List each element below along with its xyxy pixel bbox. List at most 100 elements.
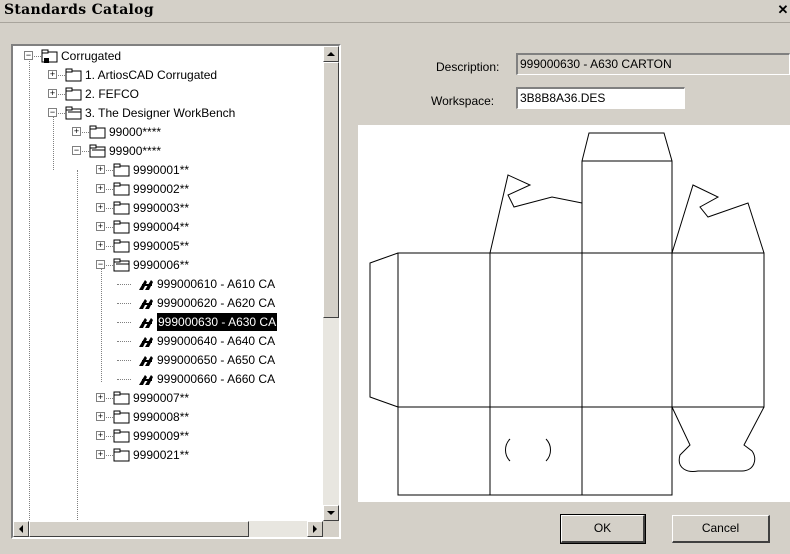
expand-icon[interactable]: + [48, 70, 57, 79]
tree-node-label[interactable]: 2. FEFCO [85, 85, 139, 103]
tree-node-label[interactable]: 999000610 - A610 CA [157, 275, 275, 293]
cancel-button[interactable]: Cancel [672, 515, 770, 543]
tree-viewport[interactable]: − Corrugated +1. ArtiosCAD Corrugated +2. F… [13, 46, 323, 521]
tree-connector [106, 208, 113, 209]
tree-connector [82, 151, 89, 152]
folder-icon [113, 410, 130, 424]
expand-icon[interactable]: + [96, 222, 105, 231]
design-icon [139, 356, 153, 366]
arrow-left-icon [19, 525, 23, 533]
tree-node[interactable]: +1. ArtiosCAD Corrugated [13, 66, 323, 84]
tree-node-label[interactable]: 99900**** [109, 142, 161, 160]
expand-icon[interactable]: + [96, 203, 105, 212]
expand-icon[interactable]: + [96, 241, 105, 250]
tree-node[interactable]: +9990001** [13, 161, 323, 179]
folder-icon [113, 182, 130, 196]
tree-node[interactable]: 999000620 - A620 CA [13, 294, 323, 312]
horizontal-scroll-thumb[interactable] [29, 521, 249, 537]
horizontal-scrollbar[interactable] [13, 521, 323, 537]
tree-node-label[interactable]: 9990002** [133, 180, 189, 198]
folder-open-icon [65, 106, 82, 120]
design-icon [139, 318, 153, 328]
tree-node[interactable]: − 9990006** [13, 256, 323, 274]
tree-connector [117, 360, 131, 361]
tree-node[interactable]: +9990005** [13, 237, 323, 255]
carton-dieline-drawing [369, 132, 765, 496]
tree-node-label[interactable]: 3. The Designer WorkBench [85, 104, 235, 122]
expand-icon[interactable]: + [96, 184, 105, 193]
tree-node[interactable]: − 3. The Designer WorkBench [13, 104, 323, 122]
tree-node[interactable]: +9990009** [13, 427, 323, 445]
window-title: Standards Catalog [4, 2, 154, 18]
scroll-right-button[interactable] [307, 521, 323, 537]
tree-connector [106, 455, 113, 456]
collapse-icon[interactable]: − [48, 108, 57, 117]
tree-node[interactable]: +9990002** [13, 180, 323, 198]
tree-node-label[interactable]: Corrugated [61, 47, 121, 65]
workspace-label: Workspace: [431, 94, 495, 108]
tree-node[interactable]: +9990003** [13, 199, 323, 217]
tree-node[interactable]: +9990007** [13, 389, 323, 407]
tree-node-label[interactable]: 999000620 - A620 CA [157, 294, 275, 312]
scroll-up-button[interactable] [323, 46, 339, 62]
arrow-up-icon [327, 52, 335, 56]
tree-node[interactable]: 999000630 - A630 CA [13, 312, 323, 332]
tree-node-label[interactable]: 999000660 - A660 CA [157, 370, 275, 388]
tree-connector [117, 379, 131, 380]
tree-node-label[interactable]: 9990005** [133, 237, 189, 255]
vertical-scrollbar[interactable] [323, 46, 339, 521]
tree-node-label[interactable]: 9990021** [133, 446, 189, 464]
tree-node[interactable]: +99000**** [13, 123, 323, 141]
tree-connector [117, 341, 131, 342]
tree-node-label[interactable]: 1. ArtiosCAD Corrugated [85, 66, 217, 84]
tree-node-label[interactable]: 999000650 - A650 CA [157, 351, 275, 369]
tree-node[interactable]: 999000640 - A640 CA [13, 332, 323, 350]
catalog-tree[interactable]: − Corrugated +1. ArtiosCAD Corrugated +2. F… [11, 44, 341, 539]
folder-open-icon [89, 144, 106, 158]
folder-open-icon [113, 258, 130, 272]
expand-icon[interactable]: + [72, 127, 81, 136]
tree-connector [106, 265, 113, 266]
expand-icon[interactable]: + [96, 165, 105, 174]
folder-icon [113, 448, 130, 462]
tree-node-label[interactable]: 9990001** [133, 161, 189, 179]
design-icon [139, 337, 153, 347]
folder-icon [65, 68, 82, 82]
expand-icon[interactable]: + [96, 393, 105, 402]
tree-node[interactable]: 999000660 - A660 CA [13, 370, 323, 388]
expand-icon[interactable]: + [48, 89, 57, 98]
folder-network-icon [41, 49, 58, 63]
tree-node-label[interactable]: 9990006** [133, 256, 189, 274]
tree-connector [58, 94, 65, 95]
vertical-scroll-thumb[interactable] [323, 62, 339, 318]
tree-node-label[interactable]: 99000**** [109, 123, 161, 141]
tree-node[interactable]: 999000650 - A650 CA [13, 351, 323, 369]
tree-node-label[interactable]: 9990007** [133, 389, 189, 407]
tree-node-label[interactable]: 999000630 - A630 CA [155, 312, 279, 332]
tree-node-label[interactable]: 9990003** [133, 199, 189, 217]
workspace-field[interactable]: 3B8B8A36.DES [516, 87, 685, 109]
expand-icon[interactable]: + [96, 450, 105, 459]
scroll-down-button[interactable] [323, 505, 339, 521]
scroll-left-button[interactable] [13, 521, 29, 537]
collapse-icon[interactable]: − [96, 260, 105, 269]
tree-node-label[interactable]: 9990009** [133, 427, 189, 445]
tree-node[interactable]: − Corrugated [13, 47, 323, 65]
tree-connector [106, 417, 113, 418]
expand-icon[interactable]: + [96, 431, 105, 440]
expand-icon[interactable]: + [96, 412, 105, 421]
collapse-icon[interactable]: − [24, 51, 33, 60]
tree-node[interactable]: +9990004** [13, 218, 323, 236]
tree-node[interactable]: − 99900**** [13, 142, 323, 160]
collapse-icon[interactable]: − [72, 146, 81, 155]
tree-node-label[interactable]: 9990004** [133, 218, 189, 236]
tree-node[interactable]: +2. FEFCO [13, 85, 323, 103]
close-icon[interactable]: ✕ [776, 2, 790, 18]
tree-node-label[interactable]: 9990008** [133, 408, 189, 426]
tree-node[interactable]: +9990008** [13, 408, 323, 426]
ok-button[interactable]: OK [560, 514, 646, 544]
tree-node[interactable]: +9990021** [13, 446, 323, 464]
tree-node[interactable]: 999000610 - A610 CA [13, 275, 323, 293]
tree-node-label[interactable]: 999000640 - A640 CA [157, 332, 275, 350]
folder-icon [113, 163, 130, 177]
